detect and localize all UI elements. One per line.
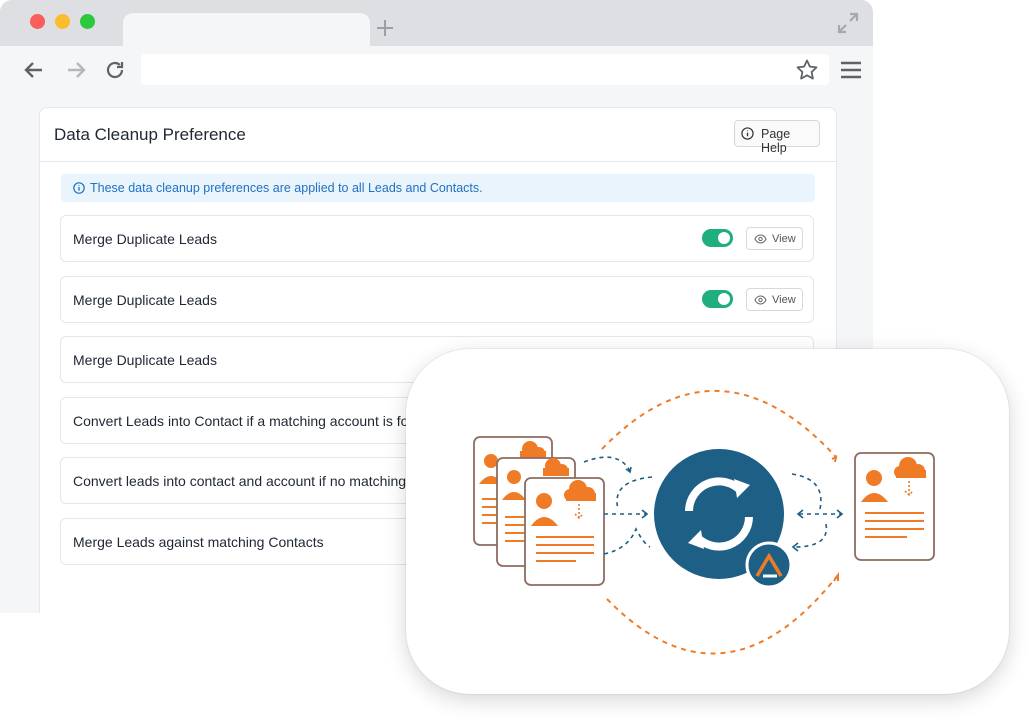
forward-arrow-icon[interactable] bbox=[64, 58, 88, 82]
preference-label: Convert leads into contact and account i… bbox=[73, 473, 407, 489]
preference-row: Merge Duplicate Leads View bbox=[60, 215, 814, 262]
expand-icon[interactable] bbox=[836, 11, 860, 35]
view-button-label: View bbox=[772, 233, 796, 245]
page-help-button[interactable]: Page Help bbox=[734, 120, 820, 155]
preference-label: Convert Leads into Contact if a matching… bbox=[73, 413, 409, 429]
info-icon bbox=[73, 182, 85, 194]
view-button[interactable]: View bbox=[746, 227, 803, 250]
info-banner-text: These data cleanup preferences are appli… bbox=[90, 181, 483, 195]
preference-label: Merge Duplicate Leads bbox=[73, 231, 217, 247]
brand-logo bbox=[745, 541, 793, 589]
preference-label: Merge Duplicate Leads bbox=[73, 352, 217, 368]
info-banner: These data cleanup preferences are appli… bbox=[61, 174, 815, 202]
person-icon bbox=[536, 493, 552, 509]
view-button[interactable]: View bbox=[746, 288, 803, 311]
info-icon bbox=[741, 127, 754, 140]
minimize-window-button[interactable] bbox=[55, 14, 70, 29]
person-icon bbox=[866, 470, 882, 486]
address-bar[interactable] bbox=[141, 54, 829, 85]
sync-illustration bbox=[406, 349, 1009, 694]
eye-icon bbox=[754, 234, 767, 244]
preference-row: Merge Duplicate Leads View bbox=[60, 276, 814, 323]
top-arc bbox=[601, 390, 837, 458]
card-header: Data Cleanup Preference Page Help bbox=[40, 108, 836, 162]
lead-document bbox=[524, 477, 605, 586]
preference-toggle[interactable] bbox=[702, 290, 733, 308]
preference-toggle[interactable] bbox=[702, 229, 733, 247]
reload-icon[interactable] bbox=[103, 58, 127, 82]
preference-label: Merge Leads against matching Contacts bbox=[73, 534, 324, 550]
preference-label: Merge Duplicate Leads bbox=[73, 292, 217, 308]
browser-tab[interactable] bbox=[123, 13, 370, 47]
browser-toolbar bbox=[0, 46, 873, 92]
back-arrow-icon[interactable] bbox=[22, 58, 46, 82]
view-button-label: View bbox=[772, 294, 796, 306]
eye-icon bbox=[754, 295, 767, 305]
page-help-label: Page Help bbox=[761, 127, 791, 155]
tab-bar bbox=[0, 0, 873, 47]
hamburger-menu-icon[interactable] bbox=[839, 58, 863, 82]
contact-document bbox=[854, 452, 935, 561]
maximize-window-button[interactable] bbox=[80, 14, 95, 29]
page-title: Data Cleanup Preference bbox=[54, 125, 246, 144]
bottom-arc bbox=[606, 574, 839, 655]
sync-illustration-graphic bbox=[473, 390, 935, 655]
plus-icon[interactable] bbox=[375, 18, 395, 38]
close-window-button[interactable] bbox=[30, 14, 45, 29]
star-icon[interactable] bbox=[795, 58, 819, 82]
